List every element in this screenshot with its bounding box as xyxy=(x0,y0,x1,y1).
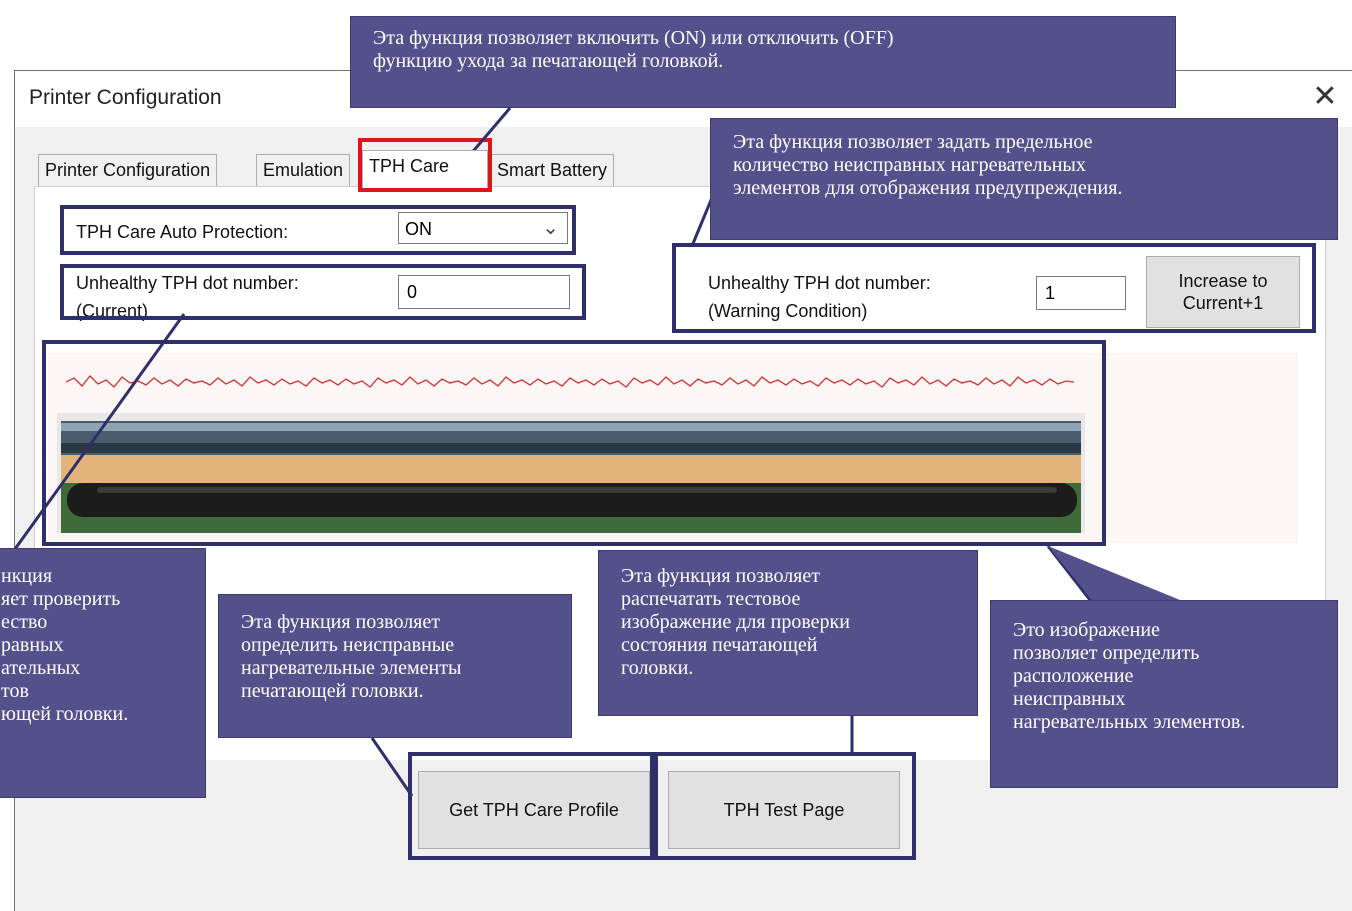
warning-dot-field[interactable]: 1 xyxy=(1036,276,1126,310)
warning-dot-label: Unhealthy TPH dot number: xyxy=(708,273,931,293)
increase-button-line2: Current+1 xyxy=(1182,293,1264,313)
callout-current-dots: нкция яет проверить ество равных ательны… xyxy=(0,548,206,798)
close-icon[interactable]: ✕ xyxy=(1307,77,1343,117)
auto-protection-label: TPH Care Auto Protection: xyxy=(76,222,289,242)
current-dot-field[interactable]: 0 xyxy=(398,275,570,309)
window-title: Printer Configuration xyxy=(29,86,222,109)
tab-smart-battery[interactable]: Smart Battery xyxy=(490,154,615,186)
get-tph-care-profile-button[interactable]: Get TPH Care Profile xyxy=(418,771,650,849)
dot-resistance-waveform xyxy=(66,375,1075,388)
increase-button-line1: Increase to xyxy=(1178,271,1268,291)
current-dot-label: Unhealthy TPH dot number: xyxy=(76,273,299,293)
tab-emulation[interactable]: Emulation xyxy=(256,154,351,186)
tab-tph-care[interactable]: TPH Care xyxy=(362,150,488,188)
callout-warning-condition: Эта функция позволяет задать предельное … xyxy=(710,118,1338,240)
chevron-down-icon: ⌄ xyxy=(542,217,559,239)
auto-protection-value: ON xyxy=(405,219,432,239)
current-dot-sublabel: (Current) xyxy=(76,301,149,321)
auto-protection-select[interactable]: ON ⌄ xyxy=(398,212,568,244)
callout-auto-protection: Эта функция позволяет включить (ON) или … xyxy=(350,16,1176,108)
increase-button[interactable]: Increase to Current+1 xyxy=(1146,256,1300,328)
printhead-photo xyxy=(57,413,1085,533)
callout-test-page: Эта функция позволяет распечатать тестов… xyxy=(598,550,978,716)
callout-preview-image: Это изображение позволяет определить рас… xyxy=(990,600,1338,788)
tph-test-page-button[interactable]: TPH Test Page xyxy=(668,771,900,849)
tab-printer-configuration[interactable]: Printer Configuration xyxy=(38,154,218,186)
warning-dot-sublabel: (Warning Condition) xyxy=(708,301,868,321)
callout-get-profile: Эта функция позволяет определить неиспра… xyxy=(218,594,572,738)
